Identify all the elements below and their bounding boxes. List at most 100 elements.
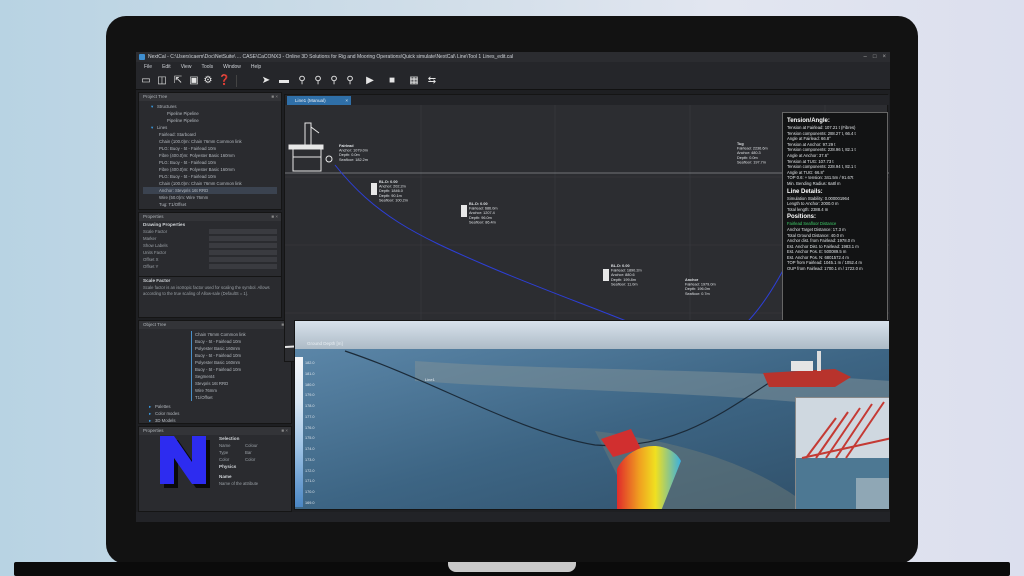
tree-item[interactable]: ▾ Lines: [143, 124, 277, 131]
tree-item[interactable]: PLG: Buoy - 5t - Fairlead 10m: [143, 173, 277, 180]
help-icon[interactable]: ❓: [218, 75, 230, 87]
menu-window[interactable]: Window: [223, 62, 241, 72]
buoy2-label: Anchor: 1207.4: [469, 211, 495, 215]
ruler-icon[interactable]: ▬: [278, 75, 290, 87]
object-groups: ▸Palettes▸Color modes▸3D Models▸Views: [139, 403, 291, 423]
swap-icon[interactable]: ⇆: [426, 75, 438, 87]
menu-edit[interactable]: Edit: [162, 62, 171, 72]
property-value-field[interactable]: [209, 257, 277, 262]
play-icon[interactable]: ▶: [364, 75, 376, 87]
maximize-button[interactable]: □: [873, 52, 877, 62]
buoy3-label: Anchor: 880.6: [611, 273, 635, 277]
menu-tools[interactable]: Tools: [201, 62, 213, 72]
legend-tick-label: 179.0: [305, 393, 315, 398]
property-row[interactable]: Units Factor: [139, 249, 281, 256]
tree-item-label: Structures: [157, 104, 177, 109]
property-value-field[interactable]: [209, 236, 277, 241]
laptop-notch: [448, 562, 576, 572]
object-item[interactable]: Wire 76mm: [191, 387, 287, 394]
object-item[interactable]: Chain 76mm Common link: [191, 331, 287, 338]
document-tabs: Line1 (Manual) ×: [285, 95, 889, 105]
object-item[interactable]: Stevpris 16t RRD: [191, 380, 287, 387]
tree-item[interactable]: PLG: Buoy - 5t - Fairlead 10m: [143, 145, 277, 152]
property-row[interactable]: Offset X: [139, 256, 281, 263]
object-item[interactable]: Buoy - 5t - Fairlead 10m: [191, 338, 287, 345]
close-icon[interactable]: ×: [345, 96, 348, 105]
tree-item[interactable]: Tug: T1/Offset: [143, 201, 277, 208]
selection-value[interactable]: Color: [245, 456, 255, 463]
tree-item[interactable]: Fibre (400.0)m: Polyester Basic 160mm: [143, 166, 277, 173]
object-item[interactable]: Buoy - 5t - Fairlead 10m: [191, 366, 287, 373]
selection-row[interactable]: Color Color: [215, 456, 291, 463]
object-item[interactable]: T1/Offset: [191, 394, 287, 401]
property-row[interactable]: Scale Factor: [139, 228, 281, 235]
legend-tick-label: 172.0: [305, 468, 315, 473]
property-value-field[interactable]: [209, 243, 277, 248]
object-group[interactable]: ▸ Palettes: [149, 403, 287, 410]
legend-tick-label: 169.0: [305, 501, 315, 505]
tree-item[interactable]: ▾ Structures: [143, 103, 277, 110]
zoom-icon[interactable]: ⚲: [296, 75, 308, 87]
buoy2-label: BL.D: 0.00: [469, 202, 488, 206]
3d-inset-view[interactable]: [795, 397, 889, 509]
menu-view[interactable]: View: [181, 62, 192, 72]
tree-item[interactable]: Pipeline Pipeline: [143, 110, 277, 117]
object-item[interactable]: Buoy - 5t - Fairlead 10m: [191, 352, 287, 359]
buoy1-label: Anchor: 202.2m: [379, 185, 406, 189]
tree-item[interactable]: Fairlead: Starboard: [143, 131, 277, 138]
export-icon[interactable]: ▣: [188, 75, 200, 87]
zoom-out-icon[interactable]: ⚲: [328, 75, 340, 87]
zoom-fit-icon[interactable]: ⚲: [344, 75, 356, 87]
zoom-in-icon[interactable]: ⚲: [312, 75, 324, 87]
settings-icon[interactable]: ⚙: [202, 75, 214, 87]
object-group[interactable]: ▸ 3D Models: [149, 417, 287, 423]
property-value-field[interactable]: [209, 250, 277, 255]
property-value-field[interactable]: [209, 264, 277, 269]
property-row[interactable]: Show Labels: [139, 242, 281, 249]
fairlead-label: Depth: 0.0m: [339, 153, 360, 157]
minimize-button[interactable]: –: [864, 52, 867, 62]
tab-line1[interactable]: Line1 (Manual) ×: [287, 96, 351, 105]
new-file-icon[interactable]: ▭: [140, 75, 152, 87]
tree-item[interactable]: Anchor: Stevpris 16t RRD: [143, 187, 277, 194]
selection-row[interactable]: Name Colour: [215, 442, 291, 449]
title-bar: NextCal - C:\Users\caem\Doc\NetSuite\ ..…: [136, 52, 890, 62]
object-group[interactable]: ▸ Color modes: [149, 410, 287, 417]
import-icon[interactable]: ⇱: [172, 75, 184, 87]
tree-item[interactable]: Chain (100.0)m: Chain 76mm Common link: [143, 138, 277, 145]
object-item-label: Buoy - 5t - Fairlead 10m: [195, 367, 242, 372]
info-row: Min. Bending Radius: 6a8l m: [787, 180, 841, 186]
selection-value[interactable]: Bar: [245, 449, 252, 456]
close-button[interactable]: ×: [882, 52, 886, 62]
calculator-icon[interactable]: ▦: [408, 75, 420, 87]
cursor-icon[interactable]: ➤: [260, 75, 272, 87]
legend-tick-label: 171.0: [305, 479, 315, 484]
stop-icon[interactable]: ■: [386, 75, 398, 87]
property-value-field[interactable]: [209, 229, 277, 234]
tree-item[interactable]: Fibre (400.0)m: Polyester Basic 160mm: [143, 152, 277, 159]
tree-item[interactable]: Chain (100.0)m: Chain 76mm Common link: [143, 180, 277, 187]
n-brand-logo: [160, 436, 210, 488]
menu-help[interactable]: Help: [251, 62, 261, 72]
property-label: Units Factor: [143, 250, 167, 255]
pin-icon[interactable]: ■ ×: [271, 93, 278, 101]
3d-view[interactable]: Ground Depth [m] Line1 182.0 181.0 180.0 17…: [294, 320, 890, 510]
open-file-icon[interactable]: ◫: [156, 75, 168, 87]
pin-icon[interactable]: ■ ×: [281, 427, 288, 435]
tree-item[interactable]: Pipeline Pipeline: [143, 117, 277, 124]
tree-item[interactable]: Wire (50.0)m: Wire 76mm: [143, 194, 277, 201]
tree-item[interactable]: PLG: Buoy - 5t - Fairlead 10m: [143, 159, 277, 166]
tree-item-label: Chain (100.0)m: Chain 76mm Common link: [159, 181, 242, 186]
object-item[interactable]: Polyester Basic 160mm: [191, 359, 287, 366]
property-row[interactable]: Offset Y: [139, 263, 281, 270]
buoy1-label: Depth: 1846.0: [379, 189, 403, 193]
buoy2-label: Depth: 96.0m: [469, 216, 492, 220]
property-row[interactable]: Marker: [139, 235, 281, 242]
menu-file[interactable]: File: [144, 62, 152, 72]
pin-icon[interactable]: ■ ×: [271, 213, 278, 221]
selection-value[interactable]: Colour: [245, 442, 258, 449]
selection-row[interactable]: Type Bar: [215, 449, 291, 456]
object-item[interactable]: Polyester Basic 160mm: [191, 345, 287, 352]
object-item[interactable]: Segment4: [191, 373, 287, 380]
app-icon: [139, 54, 145, 60]
